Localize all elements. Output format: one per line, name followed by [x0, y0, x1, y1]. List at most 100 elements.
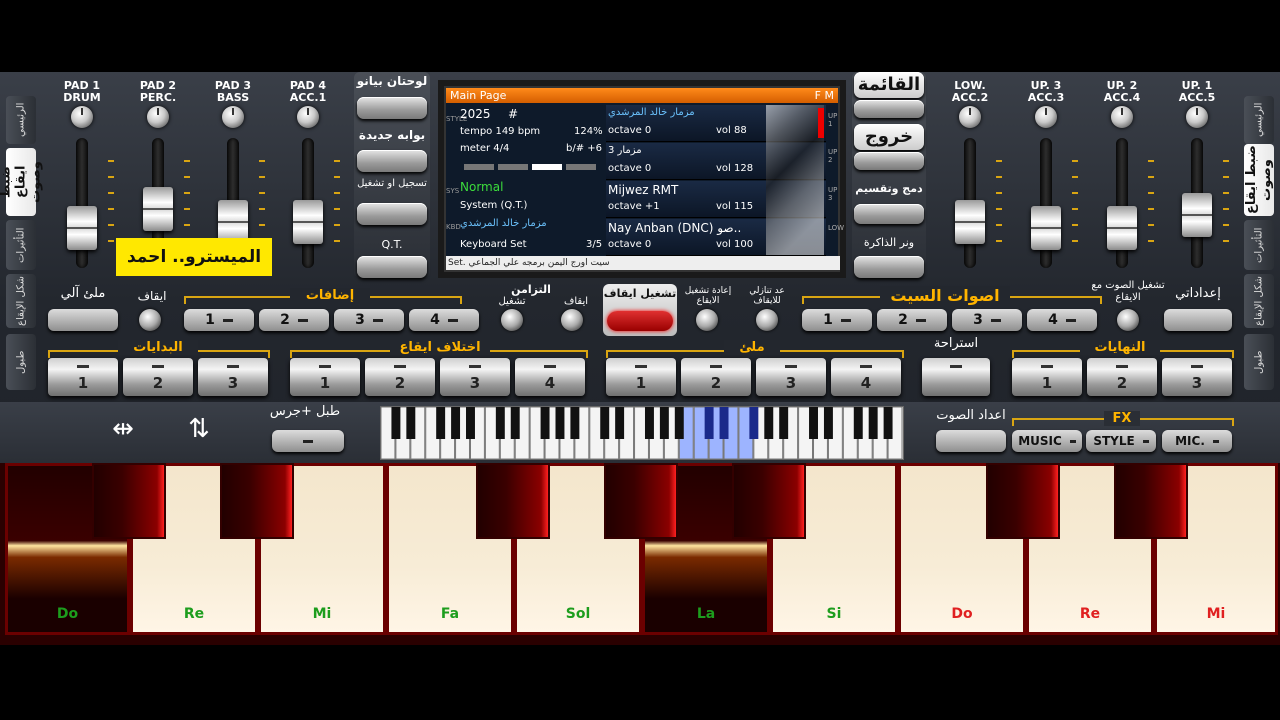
addition-button-3[interactable]: 3	[334, 309, 404, 331]
system-qt[interactable]: System (Q.T.)	[460, 200, 527, 211]
mini-keyboard-keys[interactable]	[380, 406, 903, 460]
piano-two-boards-button[interactable]	[357, 97, 427, 119]
mini-black-key[interactable]	[615, 407, 625, 439]
fill-button-1[interactable]: 1	[606, 358, 676, 396]
mini-black-key[interactable]	[555, 407, 565, 439]
sound-settings-button[interactable]	[936, 430, 1006, 452]
split-icon[interactable]: ⇹	[98, 414, 148, 450]
set-voice-button-4[interactable]: 4	[1027, 309, 1097, 331]
break-button[interactable]	[922, 358, 990, 396]
new-gate-button[interactable]	[357, 150, 427, 172]
restart-knob[interactable]	[696, 309, 718, 331]
ending-button-1[interactable]: 1	[1012, 358, 1082, 396]
pad-left-knob[interactable]	[222, 106, 244, 128]
pad-right-fader[interactable]	[955, 200, 985, 244]
menu-button[interactable]: القائمة	[854, 72, 924, 98]
pad-right-knob[interactable]	[1186, 106, 1208, 128]
transpose-value[interactable]: b/# +6	[566, 143, 602, 154]
kbd-voice-name[interactable]: مزمار خالد المرشدي	[460, 218, 547, 229]
fill-button-2[interactable]: 2	[681, 358, 751, 396]
mini-black-key[interactable]	[823, 407, 833, 439]
mini-black-key[interactable]	[779, 407, 789, 439]
mode-normal[interactable]: Normal	[460, 180, 503, 194]
mini-black-key[interactable]	[853, 407, 863, 439]
fill-button-4[interactable]: 4	[831, 358, 901, 396]
mini-black-key[interactable]	[644, 407, 654, 439]
tab-rhythm-sound-left[interactable]: ضبط ايقاع وصوت	[0, 148, 44, 216]
mini-black-key[interactable]	[466, 407, 475, 439]
meter-value[interactable]: meter 4/4	[460, 143, 509, 154]
tab-rhythm-shape-left[interactable]: شكل الإيقاع	[6, 274, 36, 328]
pad-right-fader[interactable]	[1182, 193, 1212, 237]
keyboard-set[interactable]: Keyboard Set	[460, 239, 527, 250]
addition-button-1[interactable]: 1	[184, 309, 254, 331]
pad-right-fader[interactable]	[1107, 206, 1137, 250]
menu-button-base[interactable]	[854, 100, 924, 118]
pad-right-knob[interactable]	[1111, 106, 1133, 128]
tab-drums-right[interactable]: طبول	[1244, 334, 1274, 390]
pad-left-knob[interactable]	[71, 106, 93, 128]
tab-rhythm-sound-right[interactable]: ضبط ايقاع وصوت	[1244, 144, 1274, 216]
mini-black-key[interactable]	[510, 407, 520, 439]
memory-button[interactable]	[854, 256, 924, 278]
piano-black-key[interactable]	[732, 463, 806, 539]
auto-fill-button[interactable]	[48, 309, 118, 331]
pad-left-knob[interactable]	[147, 106, 169, 128]
pad-left-knob[interactable]	[297, 106, 319, 128]
mini-black-key[interactable]	[749, 407, 759, 439]
tab-main-left[interactable]: الرئيسي	[6, 96, 36, 144]
mini-black-key[interactable]	[451, 407, 461, 439]
pad-left-fader[interactable]	[293, 200, 323, 244]
fill-button-3[interactable]: 3	[756, 358, 826, 396]
mini-black-key[interactable]	[391, 407, 401, 439]
exit-button[interactable]: خروج	[854, 124, 924, 150]
mini-black-key[interactable]	[570, 407, 580, 439]
mini-black-key[interactable]	[540, 407, 550, 439]
tab-main-right[interactable]: الرئيسي	[1244, 96, 1274, 144]
mini-black-key[interactable]	[436, 407, 446, 439]
record-play-button[interactable]	[357, 203, 427, 225]
pad-right-fader[interactable]	[1031, 206, 1061, 250]
style-year[interactable]: 2025	[460, 107, 491, 121]
ending-button-3[interactable]: 3	[1162, 358, 1232, 396]
intro-button-1[interactable]: 1	[48, 358, 118, 396]
mic-button[interactable]: MIC.	[1162, 430, 1232, 452]
mini-black-key[interactable]	[704, 407, 714, 439]
variation-button-2[interactable]: 2	[365, 358, 435, 396]
addition-button-4[interactable]: 4	[409, 309, 479, 331]
piano-black-key[interactable]	[986, 463, 1060, 539]
mini-black-key[interactable]	[674, 407, 684, 439]
sync-play-knob[interactable]	[501, 309, 523, 331]
pad-left-fader[interactable]	[67, 206, 97, 250]
pad-right-knob[interactable]	[959, 106, 981, 128]
mini-black-key[interactable]	[809, 407, 818, 439]
variation-button-4[interactable]: 4	[515, 358, 585, 396]
merge-split-button[interactable]	[854, 204, 924, 224]
sync-stop-knob[interactable]	[561, 309, 583, 331]
start-stop-button[interactable]	[607, 311, 673, 331]
qt-button[interactable]	[357, 256, 427, 278]
mini-black-key[interactable]	[406, 407, 416, 439]
stop-knob[interactable]	[139, 309, 161, 331]
countdown-knob[interactable]	[756, 309, 778, 331]
tab-effects-right[interactable]: التأثيرات	[1244, 220, 1274, 270]
variation-button-3[interactable]: 3	[440, 358, 510, 396]
mini-black-key[interactable]	[659, 407, 669, 439]
mini-black-key[interactable]	[868, 407, 878, 439]
tempo-value[interactable]: tempo 149 bpm	[460, 126, 540, 137]
piano-black-key[interactable]	[604, 463, 678, 539]
set-voice-button-1[interactable]: 1	[802, 309, 872, 331]
pad-left-fader[interactable]	[143, 187, 173, 231]
mini-black-key[interactable]	[600, 407, 610, 439]
piano-black-key[interactable]	[220, 463, 294, 539]
piano-black-key[interactable]	[1114, 463, 1188, 539]
play-sound-knob[interactable]	[1117, 309, 1139, 331]
set-voice-button-2[interactable]: 2	[877, 309, 947, 331]
tab-rhythm-shape-right[interactable]: شكل الإيقاع	[1244, 274, 1274, 328]
mini-black-key[interactable]	[764, 407, 774, 439]
piano-black-key[interactable]	[92, 463, 166, 539]
mini-keyboard[interactable]	[380, 406, 904, 460]
tab-drums-left[interactable]: طبول	[6, 334, 36, 390]
mini-black-key[interactable]	[719, 407, 729, 439]
settings-button[interactable]	[1164, 309, 1232, 331]
